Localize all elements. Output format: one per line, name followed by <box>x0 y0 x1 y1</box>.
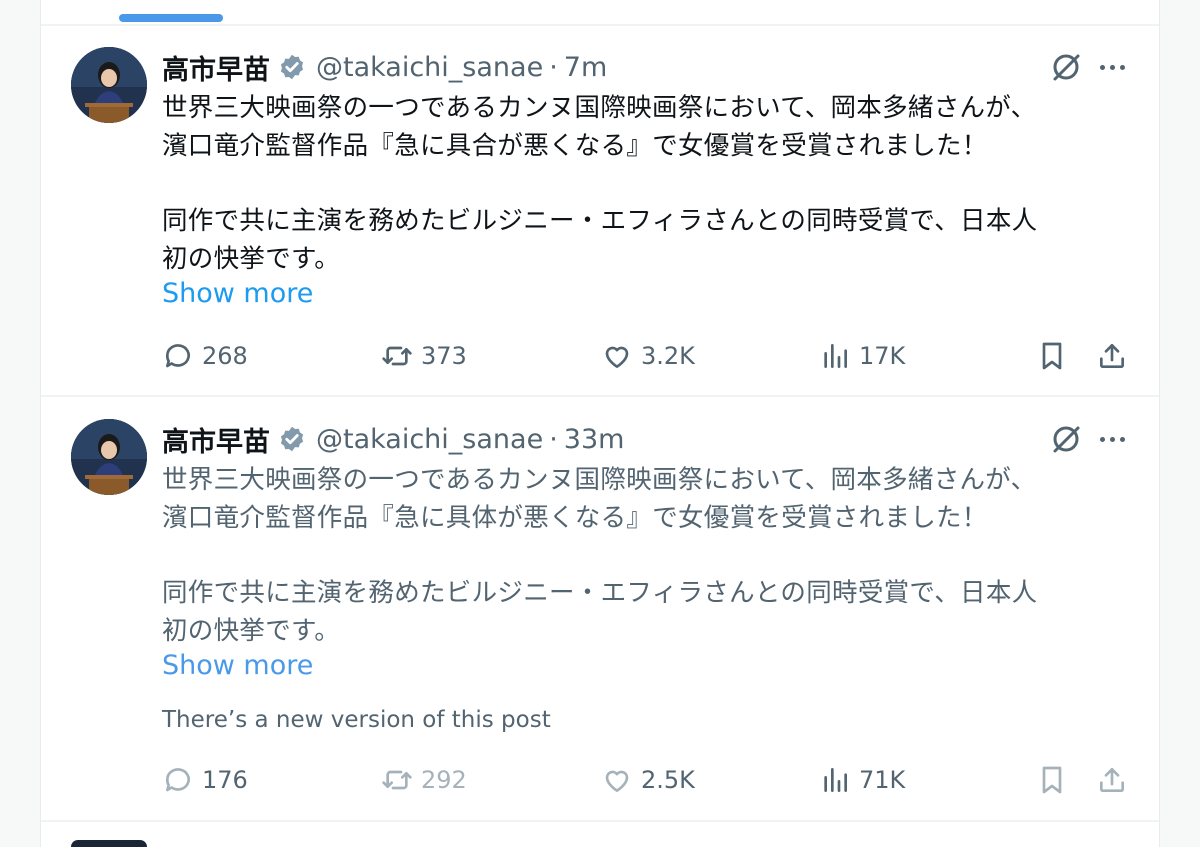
active-tab-indicator <box>119 14 223 22</box>
bookmark-icon <box>1042 766 1062 794</box>
repost-button[interactable]: 292 <box>381 763 467 797</box>
verified-badge-icon <box>278 425 306 453</box>
reply-icon <box>165 344 190 368</box>
next-tweet-avatar[interactable] <box>71 840 147 847</box>
repost-button[interactable]: 373 <box>381 339 467 373</box>
share-button[interactable] <box>1096 763 1128 797</box>
tweet-header: 高市早苗 @takaichi_sanae · 7m <box>162 47 607 87</box>
grok-icon[interactable] <box>1049 50 1083 84</box>
share-icon <box>1100 344 1124 368</box>
share-icon <box>1100 768 1124 792</box>
reply-button[interactable]: 268 <box>162 339 248 373</box>
handle[interactable]: @takaichi_sanae <box>316 424 543 455</box>
like-button[interactable]: 3.2K <box>601 339 695 373</box>
new-version-notice[interactable]: There’s a new version of this post <box>162 707 551 733</box>
show-more-link[interactable]: Show more <box>162 650 313 681</box>
tweet-meta: @takaichi_sanae · 33m <box>316 424 624 455</box>
handle[interactable]: @takaichi_sanae <box>316 52 543 83</box>
tweet-text-line: 濱口竜介監督作品『急に具体が悪くなる』で女優賞を受賞されました！ <box>162 503 988 533</box>
more-icon[interactable] <box>1095 424 1129 454</box>
tweet-text-line: 同作で共に主演を務めたビルジニー・エフィラさんとの同時受賞で、日本人 <box>162 206 1038 236</box>
tweet-text-line: 世界三大映画祭の一つであるカンヌ国際映画祭において、岡本多緒さんが、 <box>162 465 1037 495</box>
share-button[interactable] <box>1096 339 1128 373</box>
tweet-text-line: 世界三大映画祭の一つであるカンヌ国際映画祭において、岡本多緒さんが、 <box>162 93 1037 123</box>
timestamp[interactable]: 7m <box>564 52 607 83</box>
reply-count: 176 <box>202 766 248 794</box>
reply-button[interactable]: 176 <box>162 763 248 797</box>
bookmark-icon <box>1042 342 1062 370</box>
timeline-column: 高市早苗 @takaichi_sanae · 7m 世界三大映画祭の一つであるカンヌ… <box>40 0 1160 847</box>
grok-icon[interactable] <box>1049 422 1083 456</box>
like-icon <box>605 770 629 792</box>
reply-count: 268 <box>202 342 248 370</box>
separator: · <box>549 423 558 455</box>
avatar-image <box>71 419 147 495</box>
bookmark-button[interactable] <box>1036 763 1068 797</box>
repost-icon <box>382 346 412 366</box>
tweet-text-line: 初の快挙です。 <box>162 244 341 274</box>
like-count: 3.2K <box>641 342 695 370</box>
reply-icon <box>165 768 190 792</box>
divider <box>41 820 1159 822</box>
like-icon <box>605 346 629 368</box>
tweet-text-line: 濱口竜介監督作品『急に具合が悪くなる』で女優賞を受賞されました！ <box>162 131 988 161</box>
views-button[interactable]: 71K <box>819 763 905 797</box>
separator: · <box>549 51 558 83</box>
repost-count: 292 <box>421 766 467 794</box>
timestamp[interactable]: 33m <box>564 424 625 455</box>
views-icon <box>824 344 847 368</box>
bookmark-button[interactable] <box>1036 339 1068 373</box>
views-count: 71K <box>859 766 906 794</box>
tweet-header: 高市早苗 @takaichi_sanae · 33m <box>162 419 624 459</box>
display-name[interactable]: 高市早苗 <box>162 420 270 459</box>
divider <box>41 395 1159 397</box>
avatar[interactable] <box>71 419 147 495</box>
views-button[interactable]: 17K <box>819 339 905 373</box>
avatar-image <box>71 47 147 123</box>
display-name[interactable]: 高市早苗 <box>162 48 270 87</box>
more-icon[interactable] <box>1095 52 1129 82</box>
divider <box>41 24 1159 26</box>
tweet-text-line: 初の快挙です。 <box>162 616 341 646</box>
repost-count: 373 <box>421 342 467 370</box>
views-icon <box>824 768 847 792</box>
avatar[interactable] <box>71 47 147 123</box>
show-more-link[interactable]: Show more <box>162 278 313 309</box>
like-count: 2.5K <box>641 766 695 794</box>
tweet-text-line: 同作で共に主演を務めたビルジニー・エフィラさんとの同時受賞で、日本人 <box>162 578 1038 608</box>
tweet-meta: @takaichi_sanae · 7m <box>316 52 607 83</box>
verified-badge-icon <box>278 53 306 81</box>
repost-icon <box>382 770 412 790</box>
views-count: 17K <box>859 342 906 370</box>
like-button[interactable]: 2.5K <box>601 763 695 797</box>
